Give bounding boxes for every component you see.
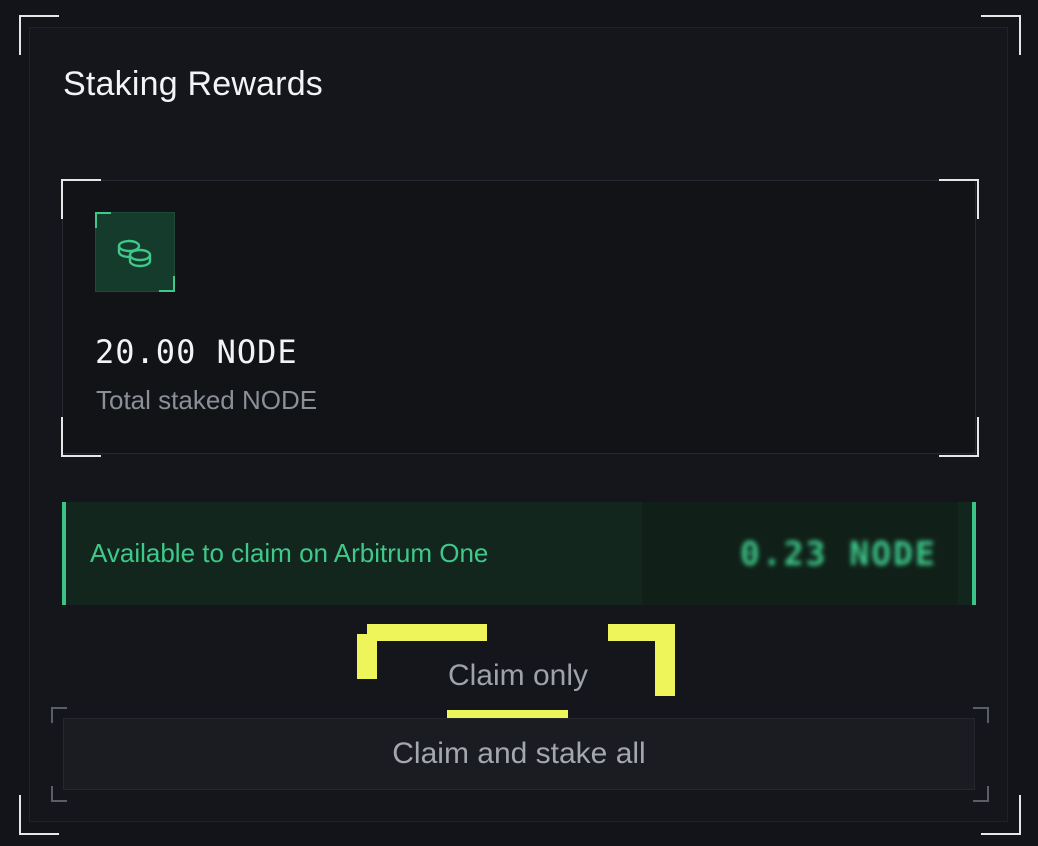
claimable-amount: 0.23 NODE [740,534,937,573]
button-corner [973,707,989,723]
highlight-bracket [367,624,487,641]
claimable-label: Available to claim on Arbitrum One [90,538,489,568]
icon-box-corner [95,212,111,228]
card-corner-bottom-right [939,417,979,457]
coins-icon [117,239,152,268]
claim-only-button[interactable]: Claim only [380,650,656,702]
button-corner [973,786,989,802]
panel-corner-top-left [19,15,59,55]
card-corner-top-right [939,179,979,219]
panel-title: Staking Rewards [63,65,324,103]
total-staked-label: Total staked NODE [96,385,318,415]
total-staked-amount: 20.00 NODE [95,333,298,371]
panel-corner-top-right [981,15,1021,55]
highlight-bracket [357,634,377,679]
icon-box-corner [159,276,175,292]
highlight-bracket [655,624,675,696]
card-corner-bottom-left [61,417,101,457]
coins-icon-box [95,212,175,292]
claim-and-stake-all-button[interactable]: Claim and stake all [63,718,975,790]
